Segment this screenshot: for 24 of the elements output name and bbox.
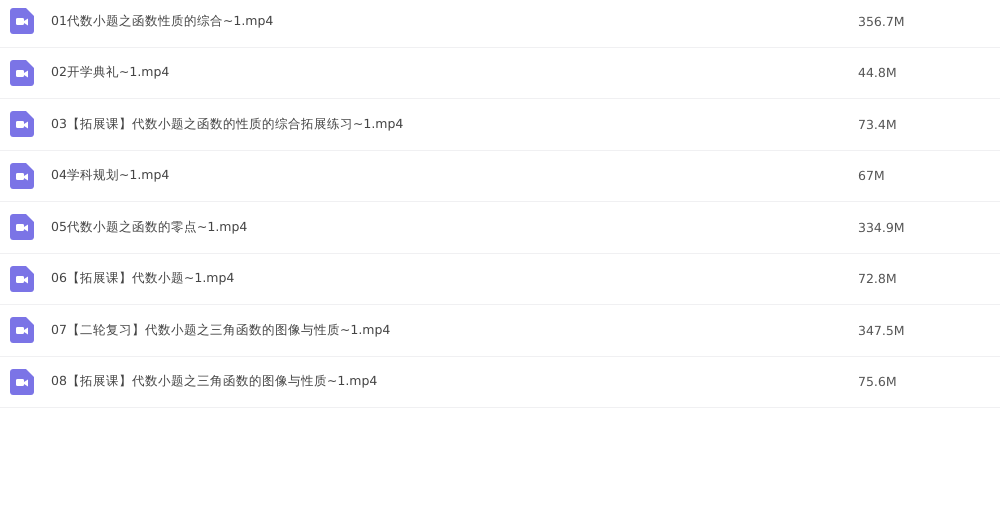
- file-name[interactable]: 07【二轮复习】代数小题之三角函数的图像与性质~1.mp4: [51, 322, 858, 339]
- file-size: 73.4M: [858, 116, 897, 132]
- file-size: 356.7M: [858, 14, 905, 29]
- video-file-icon: [10, 368, 34, 395]
- video-file-icon: [10, 214, 34, 240]
- video-file-icon: [10, 8, 34, 34]
- file-name[interactable]: 05代数小题之函数的零点~1.mp4: [51, 218, 858, 236]
- file-name[interactable]: 06【拓展课】代数小题~1.mp4: [51, 270, 858, 288]
- file-size: 67M: [858, 168, 885, 184]
- file-size: 72.8M: [858, 271, 897, 286]
- file-size: 75.6M: [858, 374, 897, 390]
- video-file-icon: [10, 266, 34, 292]
- file-name[interactable]: 01代数小题之函数性质的综合~1.mp4: [51, 12, 858, 30]
- file-name[interactable]: 02开学典礼~1.mp4: [51, 64, 858, 82]
- file-name[interactable]: 08【拓展课】代数小题之三角函数的图像与性质~1.mp4: [51, 373, 858, 390]
- video-file-icon: [10, 317, 34, 344]
- video-file-icon: [10, 162, 34, 189]
- file-name[interactable]: 03【拓展课】代数小题之函数的性质的综合拓展练习~1.mp4: [51, 116, 858, 133]
- video-file-icon: [10, 111, 34, 138]
- file-size: 334.9M: [858, 220, 905, 235]
- file-name[interactable]: 04学科规划~1.mp4: [51, 167, 858, 184]
- file-size: 347.5M: [858, 322, 905, 338]
- file-size: 44.8M: [858, 65, 897, 80]
- video-file-icon: [10, 60, 34, 86]
